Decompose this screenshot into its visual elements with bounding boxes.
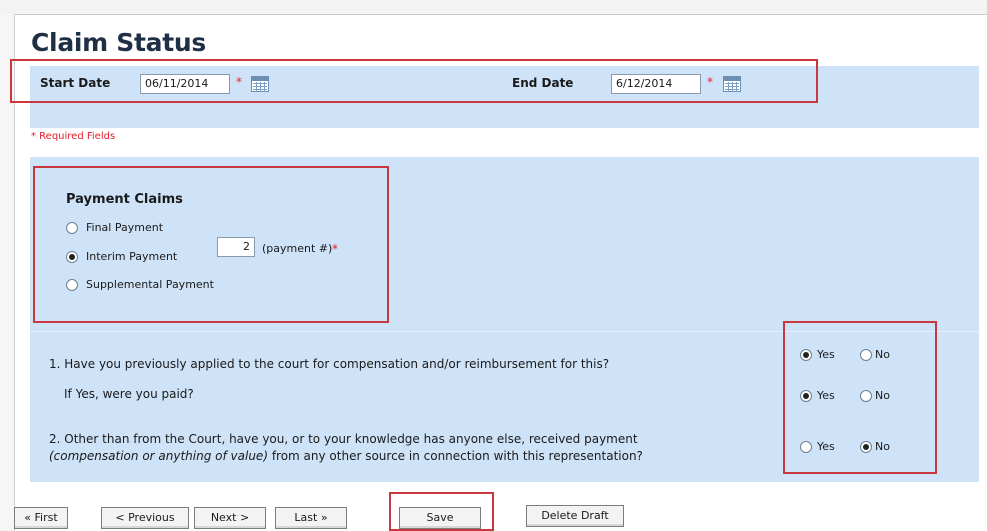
last-button[interactable]: Last » <box>275 507 347 529</box>
question-1-text: 1. Have you previously applied to the co… <box>49 357 610 371</box>
date-range-highlight <box>10 59 818 103</box>
question-2-italic-phrase: (compensation or anything of value) <box>49 449 268 463</box>
window-top-edge <box>0 0 987 15</box>
question-2-text-line2: (compensation or anything of value) from… <box>49 449 643 463</box>
next-button[interactable]: Next > <box>194 507 266 529</box>
question-2-text: 2. Other than from the Court, have you, … <box>49 432 638 446</box>
question-2-rest: from any other source in connection with… <box>268 449 643 463</box>
previous-button[interactable]: < Previous <box>101 507 189 529</box>
first-button[interactable]: « First <box>14 507 68 529</box>
required-fields-note: * Required Fields <box>31 131 116 142</box>
save-highlight <box>389 492 494 531</box>
delete-draft-button[interactable]: Delete Draft <box>526 505 624 527</box>
question-1-sub-text: If Yes, were you paid? <box>64 387 194 401</box>
page-title: Claim Status <box>31 28 206 57</box>
payment-claims-highlight <box>33 166 389 323</box>
answers-highlight <box>783 321 937 474</box>
